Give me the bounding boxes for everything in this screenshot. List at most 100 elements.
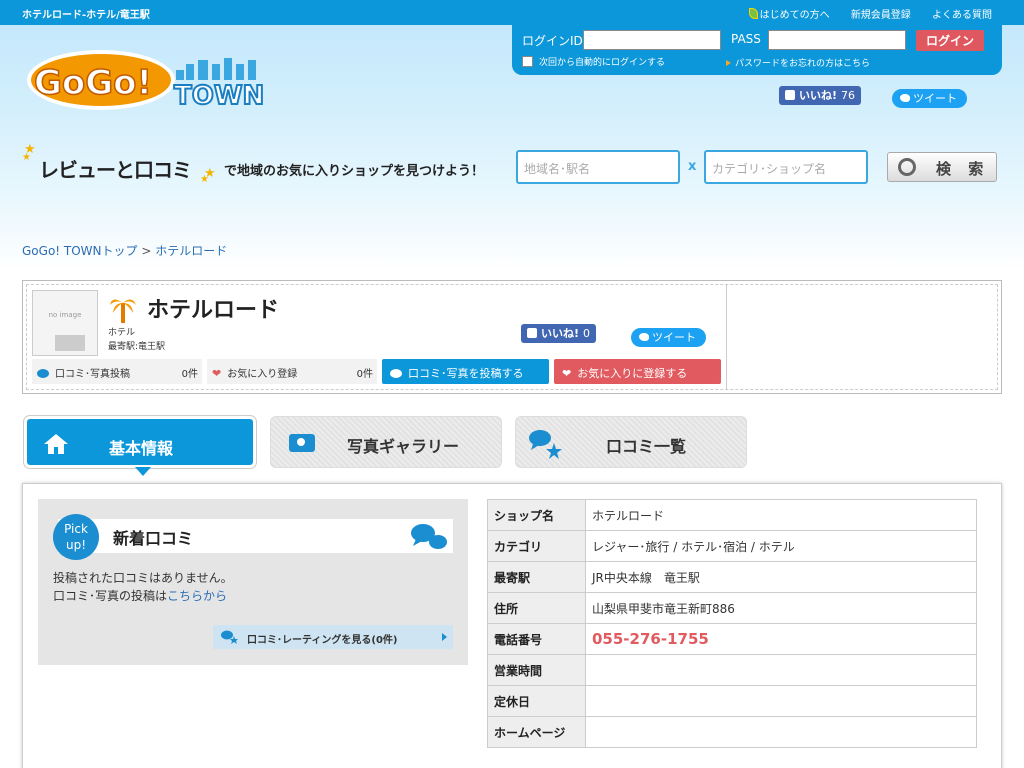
arrow-icon bbox=[726, 60, 731, 66]
favorite-count-box: ❤ お気に入り登録 0件 bbox=[207, 359, 377, 384]
tab-photo-gallery[interactable]: 写真ギャラリー bbox=[270, 416, 502, 468]
info-value: JR中央本線 竜王駅 bbox=[585, 561, 977, 593]
view-reviews-label: 口コミ･レーティングを見る(0件) bbox=[247, 635, 398, 646]
info-value bbox=[585, 685, 977, 717]
fb-like-count: 76 bbox=[841, 89, 856, 102]
pickup-badge: Pick up! bbox=[53, 514, 99, 560]
review-count-label: 口コミ･写真投稿 bbox=[55, 369, 130, 380]
fb-like-button-shop[interactable]: いいね! 0 bbox=[521, 324, 597, 343]
tagline-main: レビューと口コミ bbox=[39, 158, 192, 182]
main-content: Pick up! 新着口コミ 投稿された口コミはありません。 口コミ･写真の投稿… bbox=[22, 483, 1002, 768]
forgot-password-label: パスワードをお忘れの方はこちら bbox=[735, 59, 871, 69]
auto-login-checkbox[interactable] bbox=[522, 56, 533, 67]
site-logo[interactable]: GoGo! TOWN bbox=[26, 42, 266, 114]
beginner-leaf-icon bbox=[748, 8, 758, 19]
logo-text-town: TOWN bbox=[174, 81, 264, 111]
breadcrumb-separator: > bbox=[141, 244, 152, 258]
tab-basic-info[interactable]: 基本情報 bbox=[24, 416, 256, 476]
logo-text-gogo: GoGo! bbox=[34, 63, 152, 103]
phone-number[interactable]: 055-276-1755 bbox=[585, 623, 977, 655]
table-row: ショップ名 ホテルロード bbox=[487, 499, 977, 531]
login-box: ログインID PASS ログイン 次回から自動的にログインする パスワードをお忘… bbox=[512, 25, 1002, 75]
link-register[interactable]: 新規会員登録 bbox=[851, 6, 911, 21]
table-row: 電話番号 055-276-1755 bbox=[487, 623, 977, 655]
palm-tree-icon bbox=[110, 299, 136, 323]
star-icon: ★ bbox=[200, 174, 209, 185]
tweet-button-top[interactable]: ツイート bbox=[892, 89, 967, 108]
login-id-label: ログインID bbox=[522, 34, 583, 48]
info-value: レジャー･旅行 / ホテル･宿泊 / ホテル bbox=[585, 530, 977, 562]
tab-review-list[interactable]: 口コミ一覧 bbox=[515, 416, 747, 468]
area-search-input[interactable]: 地域名･駅名 bbox=[516, 150, 680, 184]
info-label: 営業時間 bbox=[487, 654, 586, 686]
table-row: 最寄駅 JR中央本線 竜王駅 bbox=[487, 561, 977, 593]
auto-login-label: 次回から自動的にログインする bbox=[539, 58, 666, 68]
info-value bbox=[585, 716, 977, 748]
reviews-star-icon bbox=[221, 630, 238, 644]
fb-like-count: 0 bbox=[583, 327, 591, 340]
info-label: ホームページ bbox=[487, 716, 586, 748]
no-image-label: no image bbox=[48, 311, 82, 319]
category-search-input[interactable]: カテゴリ･ショップ名 bbox=[704, 150, 868, 184]
shop-header-divider bbox=[726, 284, 727, 390]
twitter-bird-icon bbox=[900, 94, 910, 102]
pickup-reviews-panel: Pick up! 新着口コミ 投稿された口コミはありません。 口コミ･写真の投稿… bbox=[38, 499, 468, 665]
tagline-sub: で地域のお気に入りショップを見つけよう！ bbox=[224, 164, 485, 179]
speech-bubble-icon bbox=[37, 369, 49, 378]
chat-bubbles-icon bbox=[411, 524, 447, 549]
info-label: 電話番号 bbox=[487, 623, 586, 655]
thumbs-up-icon bbox=[527, 328, 537, 338]
info-value: ホテルロード bbox=[585, 499, 977, 531]
post-review-button[interactable]: 口コミ･写真を投稿する bbox=[382, 359, 549, 384]
breadcrumb-home-link[interactable]: GoGo! TOWNトップ bbox=[22, 244, 138, 258]
speech-bubble-icon bbox=[390, 369, 402, 378]
tab-basic-info-label: 基本情報 bbox=[109, 439, 174, 458]
pass-label: PASS bbox=[731, 32, 761, 46]
favorite-count: 0件 bbox=[356, 369, 373, 380]
shop-station[interactable]: 最寄駅:竜王駅 bbox=[108, 339, 165, 352]
fb-like-label: いいね! bbox=[799, 89, 838, 102]
shop-image-placeholder: no image bbox=[32, 290, 98, 356]
pickup-title: 新着口コミ bbox=[113, 529, 194, 548]
add-favorite-label: お気に入りに登録する bbox=[577, 367, 688, 380]
camera-icon bbox=[289, 434, 315, 452]
password-input[interactable] bbox=[768, 30, 906, 50]
arrow-right-icon bbox=[442, 633, 447, 641]
info-label: 定休日 bbox=[487, 685, 586, 717]
heart-icon: ❤ bbox=[212, 367, 222, 380]
breadcrumb-current[interactable]: ホテルロード bbox=[155, 244, 227, 258]
info-value: 山梨県甲斐市竜王新町886 bbox=[585, 592, 977, 624]
pickup-message: 投稿された口コミはありません。 口コミ･写真の投稿はこちらから bbox=[53, 569, 233, 605]
tweet-button-shop[interactable]: ツイート bbox=[631, 328, 706, 347]
top-bar: ホテルロード-ホテル/竜王駅 はじめての方へ 新規会員登録 よくある質問 bbox=[0, 0, 1024, 25]
shop-category[interactable]: ホテル bbox=[108, 325, 135, 338]
link-faq[interactable]: よくある質問 bbox=[932, 6, 992, 21]
no-reviews-text: 投稿された口コミはありません。 bbox=[53, 571, 233, 585]
search-button[interactable]: 検 索 bbox=[887, 152, 997, 182]
fb-like-label: いいね! bbox=[541, 327, 580, 340]
info-label: カテゴリ bbox=[487, 530, 586, 562]
favorite-count-label: お気に入り登録 bbox=[227, 369, 298, 380]
site-title: ホテルロード-ホテル/竜王駅 bbox=[22, 10, 150, 21]
fb-like-button-top[interactable]: いいね! 76 bbox=[779, 86, 862, 105]
reviews-star-icon bbox=[529, 430, 562, 459]
post-here-link[interactable]: こちらから bbox=[167, 589, 227, 603]
review-count: 0件 bbox=[181, 369, 198, 380]
login-button[interactable]: ログイン bbox=[916, 30, 984, 51]
info-label: ショップ名 bbox=[487, 499, 586, 531]
search-icon bbox=[898, 158, 916, 176]
twitter-bird-icon bbox=[639, 333, 649, 341]
info-value bbox=[585, 654, 977, 686]
tweet-label: ツイート bbox=[652, 331, 696, 344]
shop-info-table: ショップ名 ホテルロード カテゴリ レジャー･旅行 / ホテル･宿泊 / ホテル 最… bbox=[487, 499, 977, 748]
home-icon bbox=[44, 434, 68, 454]
tab-photo-gallery-label: 写真ギャラリー bbox=[347, 437, 460, 456]
view-reviews-link[interactable]: 口コミ･レーティングを見る(0件) bbox=[213, 625, 453, 649]
review-count-box: 口コミ･写真投稿 0件 bbox=[32, 359, 202, 384]
shop-header-box: no image ホテルロード ホテル 最寄駅:竜王駅 いいね! 0 ツイート 口… bbox=[22, 280, 1002, 394]
auto-login[interactable]: 次回から自動的にログインする bbox=[522, 55, 665, 68]
login-id-input[interactable] bbox=[583, 30, 721, 50]
forgot-password-link[interactable]: パスワードをお忘れの方はこちら bbox=[726, 56, 870, 69]
link-beginner[interactable]: はじめての方へ bbox=[748, 6, 830, 21]
add-favorite-button[interactable]: ❤ お気に入りに登録する bbox=[554, 359, 721, 384]
